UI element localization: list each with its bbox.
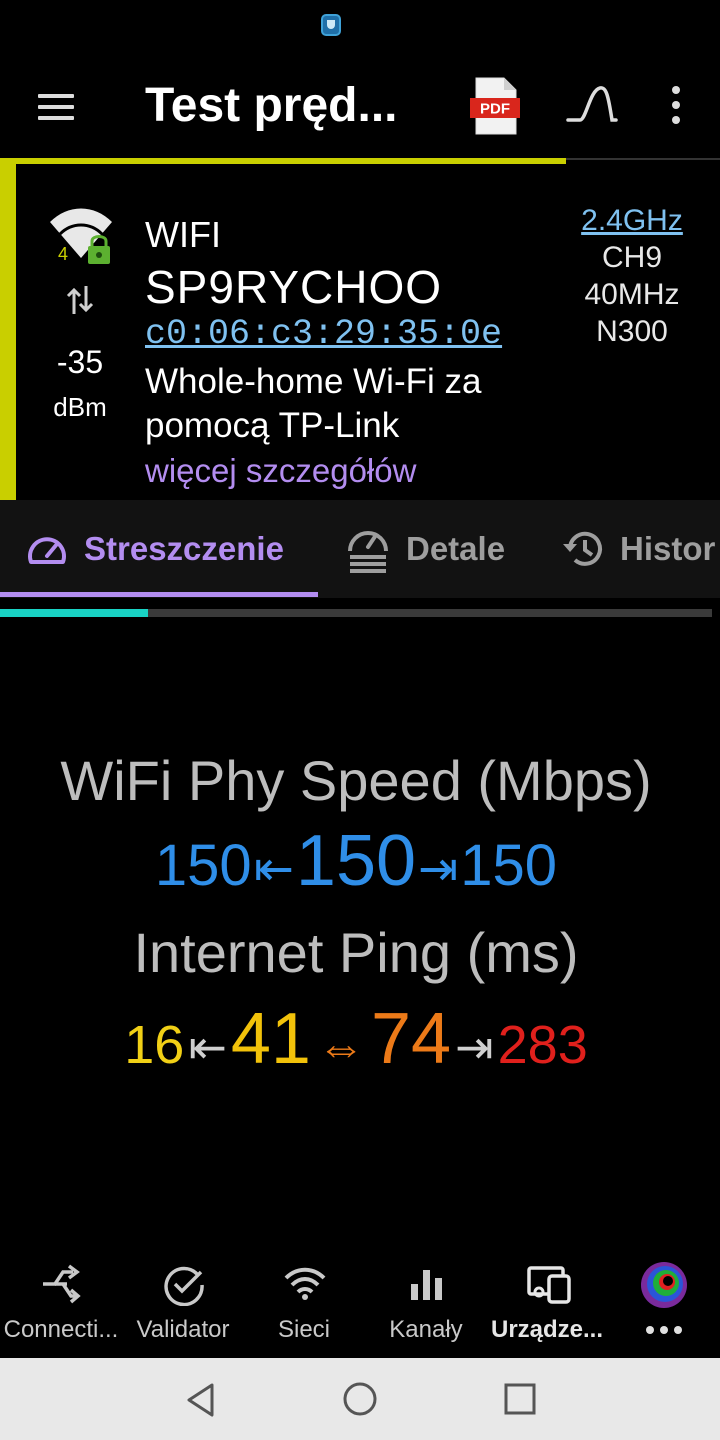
- nav-validator-label: Validator: [136, 1316, 230, 1343]
- nav-connectivity-label: Connecti...: [3, 1316, 119, 1343]
- phy-current-speed: 150: [295, 821, 417, 901]
- bar-chart-icon: [411, 1270, 442, 1300]
- rssi-value: -35: [56, 344, 104, 380]
- security-shield-icon: [321, 14, 341, 36]
- system-navigation-bar: [0, 1358, 720, 1440]
- signal-quality-bar: [0, 158, 566, 164]
- back-icon[interactable]: [184, 1382, 218, 1418]
- nav-devices-label: Urządze...: [490, 1316, 604, 1343]
- arrow-left-icon: ⇤: [253, 843, 294, 896]
- app-bar: Test pręd... PDF: [0, 60, 720, 152]
- nav-connectivity[interactable]: Connecti...: [0, 1250, 122, 1358]
- nav-validator[interactable]: Validator: [122, 1250, 244, 1358]
- history-icon: [563, 531, 602, 566]
- vendor-name: Whole-home Wi-Fi za pomocą TP-Link: [145, 362, 482, 445]
- wifi-standard-badge: 4: [58, 244, 68, 264]
- page-title: Test pręd...: [145, 79, 398, 132]
- channel-width: 40MHz: [584, 278, 680, 311]
- more-dots-icon: [646, 1326, 682, 1334]
- home-icon[interactable]: [342, 1381, 378, 1417]
- ping-label: Internet Ping (ms): [133, 921, 579, 984]
- nav-more[interactable]: [626, 1250, 702, 1358]
- overflow-menu-icon[interactable]: [672, 86, 680, 126]
- ping-row: 16 ⇤ 41 ⇔ 74 ⇥ 283: [0, 998, 712, 1080]
- gauge-list-icon: [348, 531, 388, 573]
- nav-devices[interactable]: Urządze...: [486, 1250, 608, 1358]
- ssid: SP9RYCHOO: [145, 261, 443, 313]
- tab-details[interactable]: Detale: [346, 500, 505, 598]
- menu-icon[interactable]: [38, 94, 74, 120]
- channel: CH9: [601, 241, 662, 274]
- tab-summary-label: Streszczenie: [84, 530, 284, 567]
- pdf-label: PDF: [480, 101, 510, 118]
- nav-networks[interactable]: Sieci: [243, 1250, 365, 1358]
- phy-speed-row: 150 ⇤ 150 ⇥ 150: [0, 820, 712, 902]
- arrow-right-icon: ⇥: [418, 843, 459, 896]
- active-tab-indicator: [0, 592, 318, 597]
- ping-high: 74: [370, 999, 452, 1079]
- max-rate: N300: [596, 315, 668, 348]
- pdf-export-icon[interactable]: PDF: [470, 76, 522, 136]
- ping-min: 16: [124, 1015, 185, 1075]
- devices-icon: [527, 1266, 571, 1304]
- bottom-navigation: Connecti... Validator Sieci Kanały Urząd…: [0, 1250, 720, 1358]
- tab-details-label: Detale: [406, 530, 506, 567]
- nav-channels[interactable]: Kanały: [365, 1250, 487, 1358]
- bssid-link[interactable]: c0:06:c3:29:35:0e: [145, 314, 502, 354]
- wifi-icon: [284, 1267, 326, 1300]
- arrow-both-icon: ⇔: [316, 1021, 365, 1074]
- ping-low: 41: [230, 999, 311, 1079]
- phy-speed-label: WiFi Phy Speed (Mbps): [60, 749, 652, 812]
- test-progress-fill: [0, 609, 149, 617]
- more-details-link[interactable]: więcej szczegółów: [145, 452, 416, 490]
- connectivity-icon: [43, 1264, 81, 1304]
- signal-quality-side-bar: [0, 162, 16, 500]
- band-link[interactable]: 2.4GHz: [566, 202, 698, 239]
- status-bar: [0, 0, 720, 52]
- tab-summary[interactable]: Streszczenie: [26, 500, 284, 598]
- app-logo-icon: [641, 1262, 687, 1308]
- rssi-unit: dBm: [53, 392, 107, 422]
- tab-history-label: Histor: [620, 530, 716, 567]
- check-circle-icon: [164, 1266, 204, 1306]
- signal-block: 4 -35 dBm: [40, 206, 126, 436]
- nav-networks-label: Sieci: [277, 1316, 331, 1343]
- wifi-secured-icon: 4: [50, 208, 112, 264]
- ping-max: 283: [497, 1015, 588, 1075]
- tab-history[interactable]: Histor: [562, 500, 715, 598]
- phy-rx-speed: 150: [154, 833, 252, 898]
- test-progress-bar: [0, 609, 712, 617]
- graph-curve-icon[interactable]: [566, 84, 618, 124]
- speedometer-icon: [28, 537, 66, 564]
- swap-vertical-icon[interactable]: [66, 282, 94, 318]
- recents-icon[interactable]: [504, 1383, 536, 1415]
- nav-channels-label: Kanały: [389, 1316, 463, 1343]
- tab-bar: Streszczenie Detale Histor: [0, 500, 720, 598]
- arrow-left-icon: ⇤: [188, 1021, 227, 1073]
- phy-tx-speed: 150: [460, 833, 558, 898]
- band-info: 2.4GHz CH9 40MHz N300: [566, 202, 698, 350]
- arrow-right-icon: ⇥: [455, 1021, 494, 1073]
- network-type: WIFI: [145, 214, 221, 255]
